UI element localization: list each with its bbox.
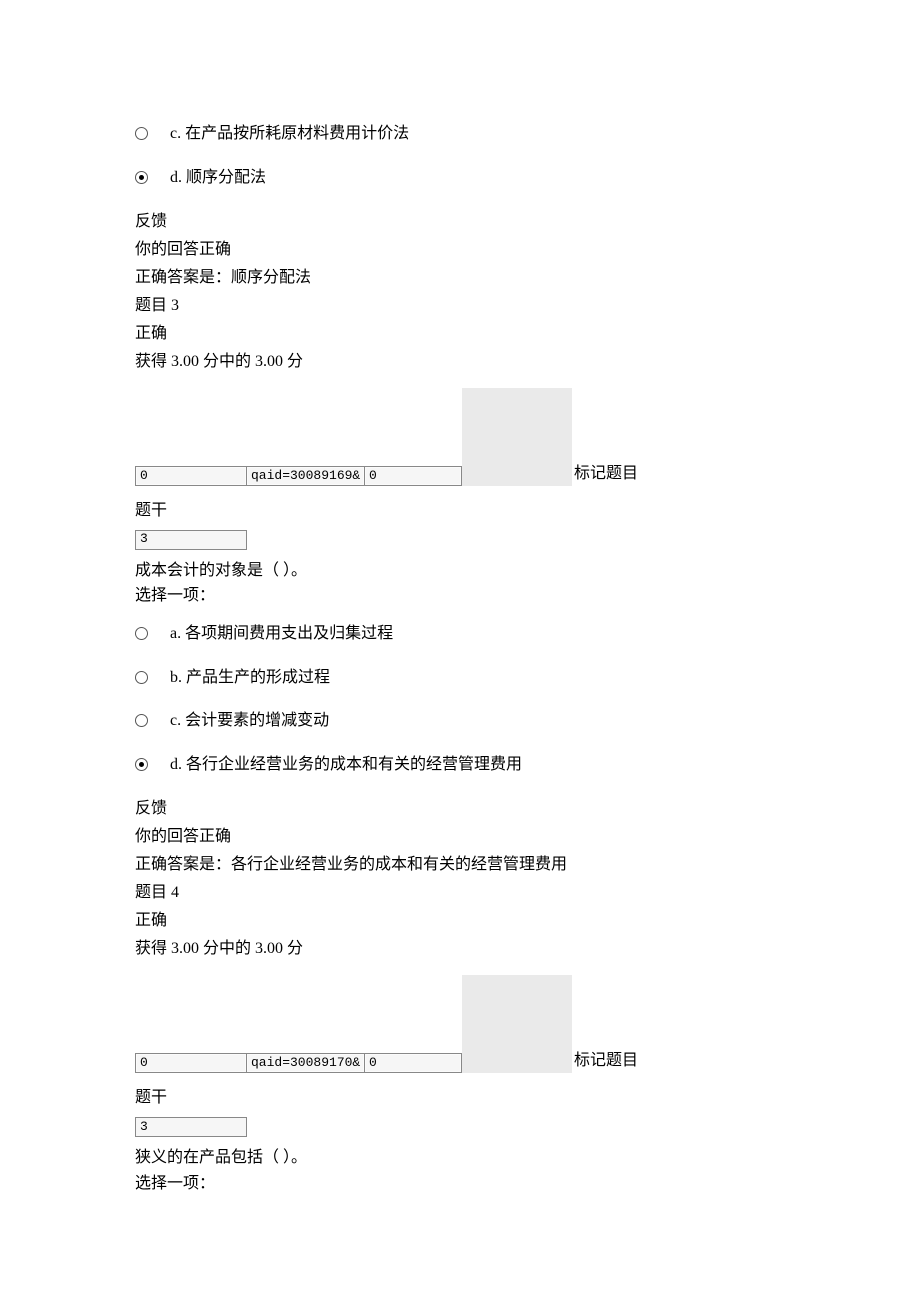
question-status: 正确 xyxy=(135,320,920,348)
choose-prompt: 选择一项： xyxy=(135,1171,920,1197)
feedback-correct: 你的回答正确 xyxy=(135,823,920,851)
radio-icon[interactable] xyxy=(135,714,148,727)
radio-icon[interactable] xyxy=(135,171,148,184)
flag-label[interactable]: 标记题目 xyxy=(574,461,638,487)
option-text: 产品生产的形成过程 xyxy=(186,665,330,691)
question-status: 正确 xyxy=(135,907,920,935)
stem-title: 题干 xyxy=(135,1085,920,1111)
option-letter: a. xyxy=(170,621,181,647)
flag-icon[interactable] xyxy=(462,388,572,486)
option-text: 在产品按所耗原材料费用计价法 xyxy=(185,121,409,147)
option-text: 会计要素的增减变动 xyxy=(185,708,329,734)
question-number: 题目 4 xyxy=(135,879,920,907)
question-text: 狭义的在产品包括（ ）。 xyxy=(135,1145,920,1171)
option-text: 各项期间费用支出及归集过程 xyxy=(185,621,393,647)
option-letter: c. xyxy=(170,121,181,147)
flag-row: 0 qaid=30089170& 0 标记题目 xyxy=(135,975,920,1073)
radio-icon[interactable] xyxy=(135,671,148,684)
option-c[interactable]: c. 会计要素的增减变动 xyxy=(135,708,920,734)
feedback-block: 反馈 你的回答正确 正确答案是：各行企业经营业务的成本和有关的经营管理费用 题目… xyxy=(135,795,920,963)
radio-icon[interactable] xyxy=(135,758,148,771)
option-a[interactable]: a. 各项期间费用支出及归集过程 xyxy=(135,621,920,647)
hidden-input-a[interactable]: 0 xyxy=(135,1053,247,1073)
flag-icon[interactable] xyxy=(462,975,572,1073)
stem-title: 题干 xyxy=(135,498,920,524)
option-letter: b. xyxy=(170,665,182,691)
question-number: 题目 3 xyxy=(135,292,920,320)
option-d[interactable]: d. 顺序分配法 xyxy=(135,165,920,191)
option-letter: d. xyxy=(170,752,182,778)
option-text: 顺序分配法 xyxy=(186,165,266,191)
flag-label[interactable]: 标记题目 xyxy=(574,1048,638,1074)
feedback-title: 反馈 xyxy=(135,795,920,823)
feedback-block: 反馈 你的回答正确 正确答案是：顺序分配法 题目 3 正确 获得 3.00 分中… xyxy=(135,208,920,376)
radio-icon[interactable] xyxy=(135,627,148,640)
hidden-input-c[interactable]: 0 xyxy=(365,466,462,486)
option-c[interactable]: c. 在产品按所耗原材料费用计价法 xyxy=(135,121,920,147)
hidden-input-b[interactable]: qaid=30089169& xyxy=(247,466,365,486)
feedback-correct: 你的回答正确 xyxy=(135,236,920,264)
option-text: 各行企业经营业务的成本和有关的经营管理费用 xyxy=(186,752,522,778)
flag-row: 0 qaid=30089169& 0 标记题目 xyxy=(135,388,920,486)
sequence-input[interactable]: 3 xyxy=(135,530,247,550)
question-score: 获得 3.00 分中的 3.00 分 xyxy=(135,348,920,376)
hidden-input-b[interactable]: qaid=30089170& xyxy=(247,1053,365,1073)
hidden-input-a[interactable]: 0 xyxy=(135,466,247,486)
hidden-input-c[interactable]: 0 xyxy=(365,1053,462,1073)
sequence-input[interactable]: 3 xyxy=(135,1117,247,1137)
option-letter: d. xyxy=(170,165,182,191)
option-d[interactable]: d. 各行企业经营业务的成本和有关的经营管理费用 xyxy=(135,752,920,778)
radio-icon[interactable] xyxy=(135,127,148,140)
choose-prompt: 选择一项： xyxy=(135,583,920,609)
option-b[interactable]: b. 产品生产的形成过程 xyxy=(135,665,920,691)
question-text: 成本会计的对象是（ ）。 xyxy=(135,558,920,584)
correct-answer: 正确答案是：顺序分配法 xyxy=(135,264,920,292)
question-score: 获得 3.00 分中的 3.00 分 xyxy=(135,935,920,963)
feedback-title: 反馈 xyxy=(135,208,920,236)
correct-answer: 正确答案是：各行企业经营业务的成本和有关的经营管理费用 xyxy=(135,851,920,879)
option-letter: c. xyxy=(170,708,181,734)
